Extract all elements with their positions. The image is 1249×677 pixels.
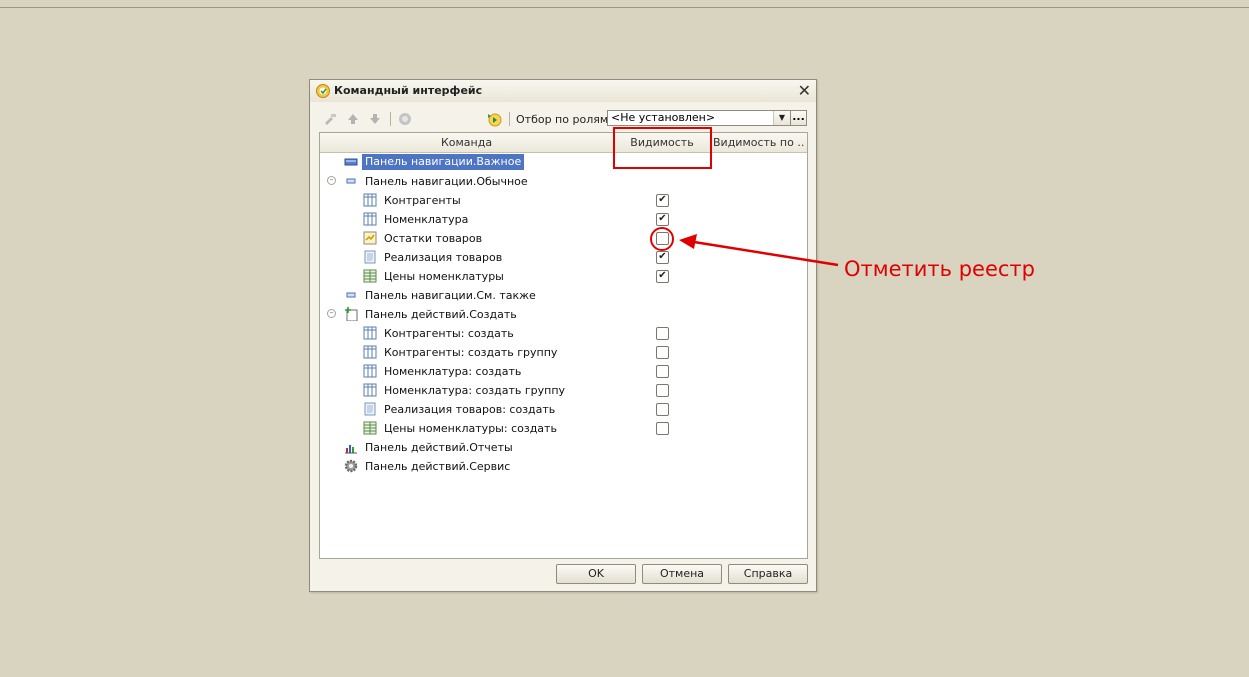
nav-panel-icon	[344, 174, 358, 188]
row-label: Панель навигации.См. также	[365, 289, 536, 302]
row-label: Номенклатура: создать группу	[384, 384, 566, 397]
row-label: Реализация товаров: создать	[384, 403, 556, 416]
row-label: Панель навигации.Важное	[362, 154, 525, 170]
nav-panel-important-icon	[344, 155, 358, 169]
catalog-icon	[363, 383, 377, 397]
tree-row[interactable]: Номенклатура: создать	[320, 362, 807, 381]
tree-header: Команда Видимость Видимость по ...	[320, 133, 807, 153]
dialog-titlebar: Командный интерфейс ✕	[310, 80, 816, 102]
top-divider	[0, 0, 1249, 8]
tree-row[interactable]: Цены номенклатуры: создать	[320, 419, 807, 438]
info-register-icon	[363, 421, 377, 435]
create-actions-icon	[344, 307, 358, 322]
row-label: Панель действий.Создать	[365, 308, 517, 321]
restore-default-icon[interactable]	[397, 111, 413, 127]
edit-command-icon[interactable]	[322, 111, 338, 127]
command-interface-dialog: Командный интерфейс ✕ Отбор по ролям: <Н…	[309, 79, 817, 592]
visibility-checkbox[interactable]: ✔	[656, 213, 669, 226]
help-button[interactable]: Справка	[728, 564, 808, 584]
row-label: Контрагенты: создать	[384, 327, 514, 340]
row-label: Панель действий.Сервис	[365, 460, 511, 473]
tree-row[interactable]: Контрагенты: создать группу	[320, 343, 807, 362]
visibility-checkbox[interactable]	[656, 384, 669, 397]
tree-row[interactable]: Панель действий.Отчеты	[320, 438, 807, 457]
tree-row[interactable]: Цены номенклатуры ✔	[320, 267, 807, 286]
catalog-icon	[363, 326, 377, 340]
collapse-icon[interactable]: –	[327, 176, 336, 185]
row-label: Контрагенты: создать группу	[384, 346, 558, 359]
toolbar-separator	[509, 112, 510, 126]
catalog-icon	[363, 345, 377, 359]
tree-row[interactable]: Панель навигации.См. также	[320, 286, 807, 305]
column-command[interactable]: Команда	[320, 136, 613, 149]
document-icon	[363, 250, 377, 264]
move-down-icon[interactable]	[367, 111, 383, 127]
tree-row[interactable]: Номенклатура ✔	[320, 210, 807, 229]
row-label: Контрагенты	[384, 194, 461, 207]
column-visibility-default[interactable]: Видимость по ...	[713, 136, 805, 149]
tree-row[interactable]: Контрагенты ✔	[320, 191, 807, 210]
visibility-checkbox[interactable]	[656, 346, 669, 359]
tree-row[interactable]: – Панель навигации.Обычное	[320, 172, 807, 191]
nav-panel-icon	[344, 288, 358, 302]
tree-row[interactable]: Панель навигации.Важное	[320, 153, 807, 172]
cancel-button[interactable]: Отмена	[642, 564, 722, 584]
tree-row[interactable]: Реализация товаров: создать	[320, 400, 807, 419]
info-register-icon	[363, 269, 377, 283]
visibility-checkbox[interactable]	[656, 232, 669, 245]
toolbar: Отбор по ролям: <Не установлен> ▼ ...	[310, 108, 816, 130]
row-label: Реализация товаров	[384, 251, 503, 264]
catalog-icon	[363, 212, 377, 226]
column-divider	[711, 133, 712, 152]
tree-row[interactable]: Контрагенты: создать	[320, 324, 807, 343]
service-gear-icon	[344, 459, 358, 473]
row-label: Панель действий.Отчеты	[365, 441, 513, 454]
role-filter-label: Отбор по ролям:	[516, 113, 612, 126]
visibility-checkbox[interactable]	[656, 327, 669, 340]
column-visibility[interactable]: Видимость	[614, 136, 710, 149]
command-tree[interactable]: Команда Видимость Видимость по ... Панел…	[319, 132, 808, 559]
tree-row[interactable]: Реализация товаров ✔	[320, 248, 807, 267]
apply-filter-icon[interactable]	[486, 111, 502, 127]
select-role-button[interactable]: ...	[790, 110, 807, 126]
reports-icon	[344, 440, 358, 454]
chevron-down-icon[interactable]: ▼	[773, 111, 790, 125]
toolbar-separator	[390, 112, 391, 126]
visibility-checkbox[interactable]	[656, 365, 669, 378]
visibility-checkbox[interactable]	[656, 422, 669, 435]
row-label: Цены номенклатуры	[384, 270, 504, 283]
register-icon	[363, 231, 377, 245]
tree-row[interactable]: Панель действий.Сервис	[320, 457, 807, 476]
row-label: Остатки товаров	[384, 232, 483, 245]
visibility-checkbox[interactable]: ✔	[656, 251, 669, 264]
tree-row[interactable]: – Панель действий.Создать	[320, 305, 807, 324]
move-up-icon[interactable]	[345, 111, 361, 127]
app-1c-icon	[316, 84, 330, 98]
visibility-checkbox[interactable]: ✔	[656, 270, 669, 283]
tree-row[interactable]: Номенклатура: создать группу	[320, 381, 807, 400]
row-label: Номенклатура	[384, 213, 469, 226]
annotation-text: Отметить реестр	[844, 257, 1035, 281]
row-label: Панель навигации.Обычное	[365, 175, 528, 188]
catalog-icon	[363, 364, 377, 378]
row-label: Номенклатура: создать	[384, 365, 522, 378]
collapse-icon[interactable]: –	[327, 309, 336, 318]
visibility-checkbox[interactable]: ✔	[656, 194, 669, 207]
visibility-checkbox[interactable]	[656, 403, 669, 416]
ok-button[interactable]: OK	[556, 564, 636, 584]
tree-row[interactable]: Остатки товаров	[320, 229, 807, 248]
role-filter-select[interactable]: <Не установлен>	[607, 110, 791, 126]
dialog-title: Командный интерфейс	[334, 84, 483, 97]
close-icon[interactable]: ✕	[798, 82, 811, 100]
catalog-icon	[363, 193, 377, 207]
row-label: Цены номенклатуры: создать	[384, 422, 557, 435]
document-icon	[363, 402, 377, 416]
